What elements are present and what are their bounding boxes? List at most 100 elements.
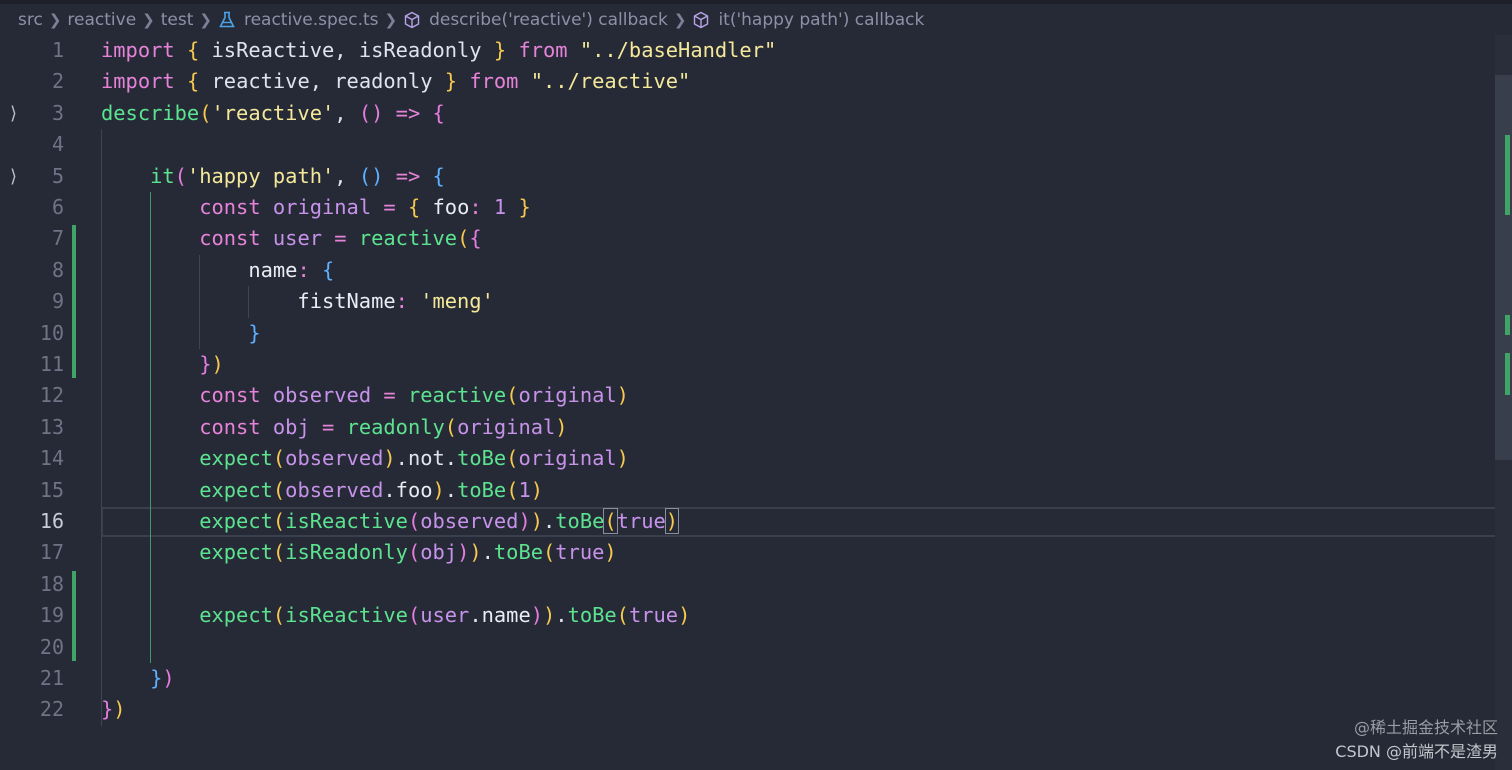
code-text: it('happy path', () => { (101, 161, 445, 192)
code-token: original (457, 414, 556, 439)
code-token: ) (530, 477, 544, 502)
code-editor[interactable]: 1 import { isReactive, isReadonly } from … (0, 35, 1512, 770)
breadcrumb-reactive[interactable]: reactive (67, 10, 136, 30)
code-line[interactable]: 4 (0, 129, 1495, 160)
fold-chevron-icon[interactable]: ⟩ (8, 161, 19, 192)
code-token: ( (272, 509, 286, 533)
code-line[interactable]: 9 fistName: 'meng' (0, 286, 1495, 317)
code-token: foo (395, 477, 433, 502)
cube-symbol-icon (403, 11, 421, 29)
code-token: . (543, 509, 556, 533)
code-token: => (395, 100, 421, 125)
scrollbar-thumb[interactable] (1495, 75, 1512, 460)
vertical-scrollbar[interactable] (1495, 35, 1512, 770)
code-token: ( (407, 540, 421, 565)
line-number: 6 (51, 195, 64, 219)
code-line[interactable]: 1 import { isReactive, isReadonly } from … (0, 35, 1495, 66)
line-number: 19 (39, 603, 64, 628)
code-token: ( (543, 540, 556, 565)
code-token: . (469, 603, 482, 628)
code-token: => (395, 163, 421, 188)
code-token: ( (199, 100, 212, 125)
code-token: = (383, 383, 396, 408)
code-token: ( (272, 603, 286, 628)
breadcrumb-describe-label: describe('reactive') callback (429, 10, 668, 30)
code-line[interactable]: 10 } (0, 318, 1495, 349)
code-line[interactable]: 12 const observed = reactive(original) (0, 380, 1495, 411)
breadcrumb-test[interactable]: test (161, 10, 194, 30)
test-flask-icon (218, 11, 236, 29)
code-token: , (334, 163, 359, 188)
git-change-marker[interactable] (72, 225, 76, 379)
code-token: user (420, 603, 470, 628)
code-token: import (101, 69, 175, 94)
code-line[interactable]: 16 expect(isReactive(observed)).toBe(tru… (0, 506, 1495, 537)
code-line[interactable]: 19 expect(isReactive(user.name)).toBe(tr… (0, 600, 1495, 631)
code-token: ) (678, 603, 691, 628)
code-line[interactable]: 13 const obj = readonly(original) (0, 412, 1495, 443)
fold-chevron-icon[interactable]: ⟩ (8, 98, 19, 129)
code-token: . (444, 477, 458, 502)
code-token: { (186, 69, 200, 94)
code-text: }) (101, 349, 224, 380)
line-number: 21 (39, 666, 64, 690)
code-line[interactable]: 7 const user = reactive({ (0, 223, 1495, 254)
code-line[interactable]: 3 ⟩ describe('reactive', () => { (0, 98, 1495, 129)
code-token: ) (604, 540, 617, 565)
line-number: 2 (51, 69, 64, 94)
code-line[interactable]: 11 }) (0, 349, 1495, 380)
code-token: 1 (493, 195, 507, 219)
code-text: }) (101, 663, 175, 694)
code-token: ) (616, 383, 629, 408)
git-change-marker[interactable] (72, 570, 76, 661)
code-line[interactable]: 18 (0, 569, 1495, 600)
line-number: 20 (39, 634, 64, 659)
code-line[interactable]: 15 expect(observed.foo).toBe(1) (0, 475, 1495, 506)
code-line[interactable]: 17 expect(isReadonly(obj)).toBe(true) (0, 537, 1495, 568)
code-token: .not. (395, 446, 458, 471)
code-line[interactable]: 8 name: { (0, 255, 1495, 286)
code-token: expect (199, 509, 273, 533)
code-line[interactable]: 14 expect(observed).not.toBe(original) (0, 443, 1495, 474)
code-token: const (199, 226, 261, 251)
code-token: true (555, 540, 605, 565)
code-text: name: { (101, 255, 334, 286)
code-token: true (616, 509, 666, 533)
code-text: expect(observed).not.toBe(original) (101, 443, 629, 474)
code-line[interactable]: 5 ⟩ it('happy path', () => { (0, 161, 1495, 192)
code-token: toBe (567, 603, 617, 628)
code-line[interactable]: 20 (0, 632, 1495, 663)
code-line[interactable]: 6 const original = { foo: 1 } (0, 192, 1495, 223)
code-line[interactable]: 22}) (0, 694, 1495, 725)
scrollbar-change-marker (1505, 315, 1510, 335)
code-token: . (481, 540, 494, 565)
code-token: user (272, 226, 322, 251)
code-text: }) (101, 694, 126, 725)
code-token: expect (199, 540, 273, 565)
code-token: . (555, 603, 568, 628)
code-token: ( (616, 603, 629, 628)
code-token: { (469, 226, 482, 251)
breadcrumb-describe[interactable]: describe('reactive') callback (403, 10, 668, 30)
code-token: ( (603, 508, 618, 534)
code-line[interactable]: 21 }) (0, 663, 1495, 694)
code-text: expect(isReactive(observed)).toBe(true) (101, 506, 680, 537)
code-line[interactable]: 2 import { reactive, readonly } from "../… (0, 66, 1495, 97)
breadcrumb-it[interactable]: it('happy path') callback (692, 10, 924, 30)
breadcrumb-src[interactable]: src (18, 10, 43, 30)
breadcrumb-file[interactable]: reactive.spec.ts (218, 10, 379, 30)
